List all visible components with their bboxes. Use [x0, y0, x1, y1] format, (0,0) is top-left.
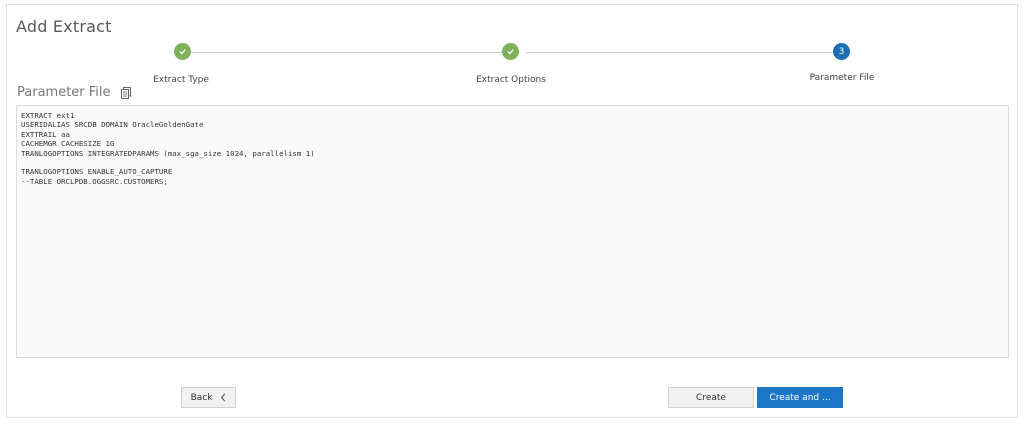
step-3-indicator[interactable]: 3: [833, 43, 850, 60]
param-line: EXTRACT ext1: [21, 111, 75, 120]
step-2-check-icon[interactable]: [502, 43, 519, 60]
step-label-extract-type: Extract Type: [153, 75, 209, 85]
back-button-label: Back: [190, 392, 213, 403]
back-button[interactable]: Back: [181, 387, 236, 408]
step-1-check-icon[interactable]: [174, 43, 191, 60]
param-line: CACHEMGR CACHESIZE 1G: [21, 139, 115, 149]
param-line: EXTTRAIL aa: [21, 129, 70, 139]
section-header: Parameter File: [17, 85, 131, 100]
param-line: --TABLE ORCLPDB.OGGSRC.CUSTOMERS;: [21, 176, 168, 186]
param-line: TRANLOGOPTIONS INTEGRATEDPARAMS (max_sga…: [21, 148, 315, 158]
create-button[interactable]: Create: [668, 387, 754, 408]
chevron-left-icon: [220, 393, 226, 402]
step-connector-2: [526, 52, 840, 53]
add-extract-panel: Add Extract 3 Extract Type Extract Optio…: [6, 4, 1018, 418]
param-line: ​: [21, 158, 1004, 167]
param-line: USERIDALIAS SRCDB DOMAIN OracleGoldenGat…: [21, 120, 204, 130]
section-title: Parameter File: [17, 85, 111, 100]
copy-icon[interactable]: [120, 86, 131, 99]
step-connector-1: [190, 52, 510, 53]
step-label-extract-options: Extract Options: [476, 75, 546, 85]
param-line: TRANLOGOPTIONS ENABLE_AUTO_CAPTURE: [21, 167, 173, 177]
parameter-file-editor[interactable]: EXTRACT ext1 USERIDALIAS SRCDB DOMAIN Ora…: [16, 105, 1009, 358]
create-and-run-button[interactable]: Create and ...: [757, 387, 843, 408]
dialog-title: Add Extract: [16, 17, 112, 36]
step-label-parameter-file: Parameter File: [809, 73, 875, 83]
